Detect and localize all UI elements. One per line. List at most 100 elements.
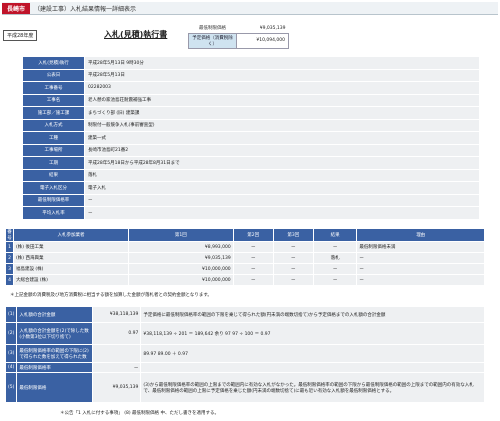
calc-description: 予定価格に最低制限価格率の範囲の下限を乗じて得られた額(円未満の端数切捨て)から… [140,306,485,323]
min-price-calculation-table: (1) 入札額の合計金額 ¥38,118,139 予定価格に最低制限価格率の範囲の下限… [4,306,485,403]
footnote: ＊公告「1 入札に付する事項」 (8) 最低制限価格 中、ただし書きを適用する。 [60,411,219,416]
bidder-row: 3 福島建設 (株) ¥10,000,000 ーーーー [5,263,485,275]
calc-number: (2) [4,322,18,345]
bid-cell-r2: ー [232,241,274,253]
calc-description [140,362,485,373]
bid-cell-name: (株) 西海興業 [13,252,129,264]
info-value: 平成28年5月13日 9時30分 [84,56,480,70]
info-row: 入札(見積)執行 平成28年5月13日 9時30分 [22,56,480,70]
planned-price-label: 予定価格（消費税除く） [188,32,237,49]
info-row: 平均入札率ー [22,206,480,220]
info-key: 工期 [22,156,85,170]
calc-number: (5) [4,372,18,403]
tender-info-table: 入札(見積)執行 平成28年5月13日 9時30分 公表日 平成28年5月13日 工事番… [22,56,480,220]
bid-cell-no: 2 [5,252,14,264]
calc-description: ¥38,118,139 ÷ 201 ＝ 189,642 余り 97 97 ÷ 1… [140,322,485,345]
calc-value: ¥38,118,139 [92,306,142,323]
info-row: 入札方式 制限付一般競争入札(事前審査型) [22,118,480,132]
fiscal-year-badge: 平成28年度 [3,30,38,41]
bid-column-header: 結果 [312,228,358,242]
bid-cell-result: ー [312,263,358,275]
bid-cell-r3: ー [272,263,314,275]
bid-cell-reason: ー [356,252,485,264]
bid-cell-r1: ¥10,000,000 [128,274,234,286]
calc-number: (4) [4,362,18,373]
contract-amount-note: ＊上記金額の消費税及び地方消費税に相当する額を加算した金額が落札者との契約金額と… [10,293,212,298]
calc-description: 89.97 89.00 ＋ 0.97 [140,344,485,363]
city-badge: 長崎市 [2,2,31,14]
calc-value: 0.97 [92,322,142,345]
info-key: 施工部／施工課 [22,106,85,120]
planned-price-value: ¥10,094,000 [236,32,289,49]
bid-cell-r1: ¥8,993,000 [128,241,234,253]
info-row: 工事場所 長崎市池島町21番2 [22,143,480,157]
page-header: 長崎市 （建設工事）入札結果情報一詳細表示 [2,2,498,15]
bid-cell-reason: ー [356,263,485,275]
bid-cell-r2: ー [232,274,274,286]
document-title: 入札(見積)執行書 [104,30,168,39]
bid-column-header: 第3回 [272,228,314,242]
calc-number: (3) [4,344,18,363]
info-value: 落札 [84,168,480,182]
bidder-row: 4 大総合建設 (株) ¥10,000,000 ーーーー [5,274,485,286]
bidder-row: 2 (株) 西海興業 ¥9,035,139 ーー落札ー [5,252,485,264]
info-value: 平成28年5月13日 [84,68,480,82]
info-value: 建築一式 [84,131,480,145]
bid-cell-r1: ¥9,035,139 [128,252,234,264]
calc-label: 最低制限価格率 [16,362,94,373]
calc-number: (1) [4,306,18,323]
bid-cell-no: 4 [5,274,14,286]
calc-label: 入札額の合計金額を(2)で除した数(小数第3位以下切り捨て) [16,322,94,345]
bid-column-header: 理由 [356,228,485,242]
bid-cell-reason: ー [356,274,485,286]
info-value: ー [84,193,480,207]
bid-cell-no: 3 [5,263,14,275]
calc-row: (5) 最低制限価格 ¥9,035,139 (3)から最低制限価格率の範囲の上限までの… [4,372,485,403]
bid-cell-name: (株) 後田工業 [13,241,129,253]
bidder-row: 1 (株) 後田工業 ¥8,993,000 ーーー最低制限価格未満 [5,241,485,253]
bid-cell-name: 大総合建設 (株) [13,274,129,286]
bid-cell-r3: ー [272,274,314,286]
info-key: 入札方式 [22,118,85,132]
info-row: 工期 平成28年5月18日から平成28年8月31日まで [22,156,480,170]
bid-cell-r3: ー [272,241,314,253]
bid-cell-r1: ¥10,000,000 [128,263,234,275]
info-key: 入札(見積)執行 [22,56,85,70]
info-value: まちづくり部 (旧) 建築課 [84,106,480,120]
bid-cell-result: ー [312,241,358,253]
calc-row: (4) 最低制限価格率ー [4,362,485,373]
calc-description: (3)から最低制限価格率の範囲の上限までの範囲内に有効な入札がなかった。最低制限… [140,372,485,403]
min-price-value: ¥9,035,139 [236,24,289,33]
calc-row: (1) 入札額の合計金額 ¥38,118,139 予定価格に最低制限価格率の範囲の下限… [4,306,485,323]
price-summary-box: 最低制限価格 ¥9,035,139 予定価格（消費税除く） ¥10,094,00… [188,24,289,49]
info-row: 工種 建築一式 [22,131,480,145]
bid-cell-result: ー [312,274,358,286]
info-key: 結果 [22,168,85,182]
info-key: 最低制限価格率 [22,193,85,207]
bid-cell-name: 福島建設 (株) [13,263,129,275]
calc-value: ー [92,362,142,373]
info-value: ー [84,206,480,220]
info-key: 電子入札区分 [22,181,85,195]
info-key: 工事番号 [22,81,85,95]
calc-value: ¥9,035,139 [92,372,142,403]
info-row: 施工部／施工課 まちづくり部 (旧) 建築課 [22,106,480,120]
info-key: 平均入札率 [22,206,85,220]
info-value: 平成28年5月18日から平成28年8月31日まで [84,156,480,170]
info-row: 工事名 老人憩の家池島荘耐震補強工事 [22,93,480,107]
min-price-label: 最低制限価格 [188,24,237,33]
bidder-table: 番号 入札参加業者 第1回 第2回 第3回 結果 理由 1 (株) 後田工業 ¥8,993,00… [5,228,485,286]
info-row: 電子入札区分 電子入札 [22,181,480,195]
info-value: 電子入札 [84,181,480,195]
info-row: 最低制限価格率ー [22,193,480,207]
bid-cell-reason: 最低制限価格未満 [356,241,485,253]
calc-row: (3) 最低制限価格率の範囲の下限に(2)で得られた数を加えて得られた数 89.97… [4,344,485,363]
bid-cell-result: 落札 [312,252,358,264]
bid-column-header: 第2回 [232,228,274,242]
info-row: 工事番号 02282003 [22,81,480,95]
bid-column-header: 番号 [5,228,14,242]
info-key: 工事場所 [22,143,85,157]
info-value: 制限付一般競争入札(事前審査型) [84,118,480,132]
info-row: 公表日 平成28年5月13日 [22,68,480,82]
info-value: 長崎市池島町21番2 [84,143,480,157]
